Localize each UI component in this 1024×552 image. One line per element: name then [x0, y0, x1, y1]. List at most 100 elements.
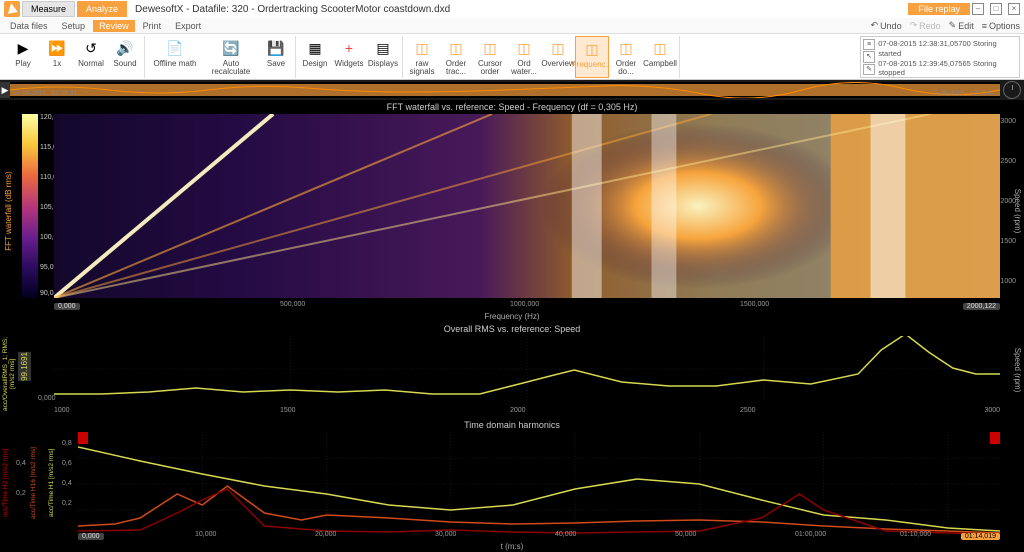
design-button[interactable]: ▦Design: [298, 36, 332, 78]
chart3-ylabel-add: acc/Time H16 [m/s2 rms]: [30, 432, 42, 534]
y-tick: 0,2: [62, 500, 72, 507]
log-line: 07-08-2015 12:38:31,05700 Storing starte…: [878, 39, 1017, 59]
x-tick: 50,000: [675, 531, 696, 538]
cursor-marker-right[interactable]: [990, 432, 1000, 444]
view-rawsignals[interactable]: ◫raw signals: [405, 36, 439, 78]
maximize-icon[interactable]: □: [990, 3, 1002, 15]
log-marker-icon[interactable]: ✎: [863, 64, 875, 75]
undo-icon: ↶: [871, 20, 879, 31]
app-logo-icon: [4, 1, 20, 17]
overview-left[interactable]: ▶: [0, 82, 10, 98]
refresh-icon: 🔄: [221, 38, 241, 58]
view-ordertrack[interactable]: ◫Order trac...: [439, 36, 473, 78]
overview-ts-right: 07-08-2015 - 12:39:4...: [931, 90, 997, 97]
chart-icon: ◫: [514, 38, 534, 58]
window-title: DewesoftX - Datafile: 320 - Ordertrackin…: [129, 4, 906, 15]
x-tick: 3000: [984, 407, 1000, 414]
colorbar[interactable]: [22, 114, 38, 298]
chart-time-harmonics[interactable]: Time domain harmonics acc/Time H2 [m/s2 …: [0, 418, 1024, 552]
chart3-title: Time domain harmonics: [0, 418, 1024, 432]
cursor-marker-left[interactable]: [78, 432, 88, 444]
play-icon: ▶: [13, 38, 33, 58]
loop-icon: ↺: [81, 38, 101, 58]
save-icon: 💾: [266, 38, 286, 58]
menu-review[interactable]: Review: [93, 20, 135, 32]
undo-button[interactable]: ↶Undo: [871, 20, 902, 31]
y-tick: 0,4: [62, 480, 72, 487]
main-chart-area: FFT waterfall vs. reference: Speed - Fre…: [0, 100, 1024, 552]
grid-icon: ▦: [305, 38, 325, 58]
x-tick: 1000,000: [510, 301, 539, 308]
menu-bar: Data files Setup Review Print Export ↶Un…: [0, 18, 1024, 34]
r-tick: 3000: [1000, 118, 1016, 125]
sound-button[interactable]: 🔊Sound: [108, 36, 142, 78]
auto-recalc-button[interactable]: 🔄Auto recalculate: [203, 36, 259, 78]
replay-mode[interactable]: ↺Normal: [74, 36, 108, 78]
x-tick: 1500,000: [740, 301, 769, 308]
chart1-ylabel: FFT waterfall (dB rms): [4, 171, 13, 250]
chart2-ylabel: acc/OverallRMS_1; RMS; [m/s2 rms]: [2, 334, 16, 414]
chart-icon: ◫: [548, 38, 568, 58]
mode-measure[interactable]: Measure: [22, 1, 75, 17]
x-min[interactable]: 0,000: [54, 303, 80, 310]
document-icon: 📄: [165, 38, 185, 58]
menu-export[interactable]: Export: [169, 20, 207, 32]
chart1-title: FFT waterfall vs. reference: Speed - Fre…: [0, 100, 1024, 114]
x-tick: 01:00,000: [795, 531, 826, 538]
chart-fft-waterfall[interactable]: FFT waterfall vs. reference: Speed - Fre…: [0, 100, 1024, 322]
clock-icon[interactable]: [1003, 81, 1021, 99]
redo-icon: ↷: [910, 20, 918, 31]
add-widget-button[interactable]: +Widgets: [332, 36, 366, 78]
options-icon: ≡: [982, 21, 987, 31]
x-tick: 1500: [280, 407, 296, 414]
x-tick: 500,000: [280, 301, 305, 308]
log-cursor-icon[interactable]: ↖: [863, 51, 875, 62]
rms-plot[interactable]: [54, 336, 1000, 402]
menu-datafiles[interactable]: Data files: [4, 20, 54, 32]
mode-analyze[interactable]: Analyze: [77, 1, 127, 17]
close-icon[interactable]: ×: [1008, 3, 1020, 15]
options-button[interactable]: ≡Options: [982, 20, 1020, 31]
x-tick: 1000: [54, 407, 70, 414]
log-filter-icon[interactable]: ≡: [863, 39, 875, 50]
chart-icon: ◫: [446, 38, 466, 58]
tdh-plot[interactable]: [78, 432, 1000, 536]
file-replay-badge[interactable]: File replay: [908, 3, 970, 15]
view-campbell[interactable]: ◫Campbell: [643, 36, 677, 78]
chart-overall-rms[interactable]: Overall RMS vs. reference: Speed acc/Ove…: [0, 322, 1024, 418]
layers-icon: ▤: [373, 38, 393, 58]
view-ordwater[interactable]: ◫Ord water...: [507, 36, 541, 78]
x-min[interactable]: 0,000: [78, 533, 104, 540]
play-button[interactable]: ▶Play: [6, 36, 40, 78]
chart-icon: ◫: [616, 38, 636, 58]
y-tick: 0,4: [16, 460, 26, 467]
x-tick: 10,000: [195, 531, 216, 538]
chart3-xlabel: t (m:s): [0, 541, 1024, 552]
view-frequency[interactable]: ◫Frequenc...: [575, 36, 609, 78]
speed-button[interactable]: ⏩1x: [40, 36, 74, 78]
overview-strip: ▶ 07-08-2015.. 12:38:31... 07-08-2015 - …: [0, 80, 1024, 100]
menu-print[interactable]: Print: [137, 20, 168, 32]
menu-setup[interactable]: Setup: [56, 20, 92, 32]
chart-icon: ◫: [480, 38, 500, 58]
spectrogram-plot[interactable]: [54, 114, 1000, 298]
view-orderdo[interactable]: ◫Order do...: [609, 36, 643, 78]
minimize-icon[interactable]: –: [972, 3, 984, 15]
displays-button[interactable]: ▤Displays: [366, 36, 400, 78]
x-max[interactable]: 01:14,019: [961, 533, 1000, 540]
r-tick: 2500: [1000, 158, 1016, 165]
overview-waveform[interactable]: 07-08-2015.. 12:38:31... 07-08-2015 - 12…: [10, 82, 1000, 98]
chart2-yvalue: 99.1691: [18, 352, 31, 381]
save-button[interactable]: 💾Save: [259, 36, 293, 78]
log-line: 07-08-2015 12:39:45,07565 Storing stoppe…: [878, 59, 1017, 79]
y-tick: 0,6: [62, 460, 72, 467]
edit-button[interactable]: ✎Edit: [949, 20, 974, 31]
x-tick: 40,000: [555, 531, 576, 538]
y-tick: 0,8: [62, 440, 72, 447]
redo-button[interactable]: ↷Redo: [910, 20, 941, 31]
offline-math-button[interactable]: 📄Offline math: [147, 36, 203, 78]
view-cursor[interactable]: ◫Cursor order: [473, 36, 507, 78]
chart1-rlabel: Speed (rpm): [1013, 189, 1022, 233]
view-overview[interactable]: ◫Overview: [541, 36, 575, 78]
x-max[interactable]: 2000,122: [963, 303, 1000, 310]
